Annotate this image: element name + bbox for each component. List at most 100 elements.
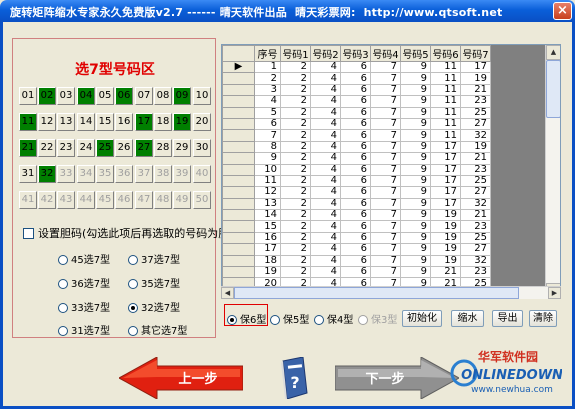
table-cell[interactable]: 9	[400, 186, 431, 199]
table-cell[interactable]: 2	[280, 231, 311, 245]
row-indicator[interactable]	[222, 197, 255, 211]
table-cell[interactable]: 4	[310, 152, 341, 165]
table-row[interactable]: 4 2 4 6 7 9 11 23	[222, 95, 491, 108]
table-cell[interactable]: 2	[280, 95, 311, 108]
table-cell[interactable]: 4	[310, 129, 341, 142]
table-cell[interactable]: 23	[460, 220, 491, 233]
table-cell[interactable]: 11	[254, 174, 281, 188]
table-cell[interactable]: 3	[254, 83, 281, 97]
table-cell[interactable]: 11	[430, 60, 461, 74]
number-button-29[interactable]: 29	[173, 139, 191, 157]
table-cell[interactable]: 7	[370, 83, 401, 97]
table-cell[interactable]: 2	[280, 266, 311, 279]
row-indicator[interactable]: ▶	[222, 60, 255, 74]
table-cell[interactable]: 6	[340, 129, 371, 142]
table-cell[interactable]: 2	[280, 197, 311, 211]
table-cell[interactable]: 7	[370, 174, 401, 188]
table-cell[interactable]: 32	[460, 129, 491, 142]
table-cell[interactable]: 21	[460, 83, 491, 97]
table-cell[interactable]: 6	[340, 243, 371, 256]
table-row[interactable]: 15 2 4 6 7 9 19 23	[222, 220, 491, 233]
type-radio[interactable]	[58, 303, 68, 313]
table-cell[interactable]: 4	[310, 254, 341, 268]
table-cell[interactable]: 2	[280, 174, 311, 188]
results-grid[interactable]: 序号 号码1 号码2 号码3 号码4 号码5 号码6 号码7 ▶ 1 2 4 6 7 9 11 17 2 2 4 6 7…	[221, 44, 561, 299]
table-cell[interactable]: 4	[310, 60, 341, 74]
table-cell[interactable]: 9	[400, 95, 431, 108]
number-button-43[interactable]: 43	[57, 191, 75, 209]
number-button-28[interactable]: 28	[154, 139, 172, 157]
table-cell[interactable]: 21	[430, 266, 461, 279]
table-cell[interactable]: 10	[254, 163, 281, 176]
table-cell[interactable]: 32	[460, 197, 491, 211]
table-cell[interactable]: 6	[340, 140, 371, 154]
table-cell[interactable]: 19	[460, 72, 491, 85]
table-cell[interactable]: 17	[460, 60, 491, 74]
table-cell[interactable]: 11	[430, 106, 461, 119]
table-cell[interactable]: 2	[280, 83, 311, 97]
number-button-05[interactable]: 05	[96, 87, 114, 105]
number-button-39[interactable]: 39	[173, 165, 191, 183]
table-cell[interactable]: 7	[370, 266, 401, 279]
table-cell[interactable]: 2	[280, 220, 311, 233]
row-indicator[interactable]	[222, 254, 255, 268]
table-cell[interactable]: 19	[430, 209, 461, 222]
number-button-46[interactable]: 46	[115, 191, 133, 209]
table-cell[interactable]: 7	[370, 186, 401, 199]
table-cell[interactable]: 9	[400, 220, 431, 233]
number-button-45[interactable]: 45	[96, 191, 114, 209]
number-button-17[interactable]: 17	[135, 113, 153, 131]
type-radio[interactable]	[58, 279, 68, 289]
row-indicator[interactable]	[222, 140, 255, 154]
table-row[interactable]: 16 2 4 6 7 9 19 25	[222, 231, 491, 245]
row-indicator[interactable]	[222, 163, 255, 176]
table-cell[interactable]: 2	[280, 140, 311, 154]
table-cell[interactable]: 21	[460, 209, 491, 222]
table-cell[interactable]: 4	[310, 95, 341, 108]
column-header[interactable]: 序号	[254, 45, 281, 62]
table-cell[interactable]: 6	[340, 106, 371, 119]
table-cell[interactable]: 7	[370, 209, 401, 222]
table-cell[interactable]: 6	[340, 174, 371, 188]
number-button-27[interactable]: 27	[135, 139, 153, 157]
scroll-right-button[interactable]: ▶	[548, 287, 561, 299]
table-cell[interactable]: 16	[254, 231, 281, 245]
table-cell[interactable]: 5	[254, 106, 281, 119]
table-cell[interactable]: 6	[340, 231, 371, 245]
table-cell[interactable]: 9	[400, 152, 431, 165]
table-cell[interactable]: 9	[400, 209, 431, 222]
table-cell[interactable]: 9	[400, 266, 431, 279]
table-cell[interactable]: 6	[340, 186, 371, 199]
table-cell[interactable]: 19	[460, 140, 491, 154]
type-radio[interactable]	[58, 326, 68, 336]
table-cell[interactable]: 2	[280, 243, 311, 256]
number-button-23[interactable]: 23	[57, 139, 75, 157]
table-cell[interactable]: 25	[460, 231, 491, 245]
column-header[interactable]: 号码2	[310, 45, 341, 62]
row-indicator[interactable]	[222, 186, 255, 199]
type-radio[interactable]	[128, 326, 138, 336]
table-cell[interactable]: 7	[370, 60, 401, 74]
number-button-09[interactable]: 09	[173, 87, 191, 105]
table-cell[interactable]: 2	[280, 209, 311, 222]
table-cell[interactable]: 7	[370, 129, 401, 142]
column-header[interactable]: 号码4	[370, 45, 401, 62]
table-cell[interactable]: 25	[460, 106, 491, 119]
table-cell[interactable]: 9	[400, 106, 431, 119]
table-cell[interactable]: 2	[280, 186, 311, 199]
number-button-37[interactable]: 37	[135, 165, 153, 183]
number-button-38[interactable]: 38	[154, 165, 172, 183]
table-cell[interactable]: 17	[430, 174, 461, 188]
table-cell[interactable]: 17	[430, 152, 461, 165]
table-cell[interactable]: 2	[280, 254, 311, 268]
type-option-6[interactable]: 31选7型	[58, 322, 110, 337]
type-radio[interactable]	[128, 303, 138, 313]
number-button-08[interactable]: 08	[154, 87, 172, 105]
number-button-07[interactable]: 07	[135, 87, 153, 105]
table-cell[interactable]: 9	[400, 243, 431, 256]
table-cell[interactable]: 17	[430, 186, 461, 199]
row-indicator[interactable]	[222, 72, 255, 85]
table-cell[interactable]: 18	[254, 254, 281, 268]
row-indicator[interactable]	[222, 174, 255, 188]
table-cell[interactable]: 11	[430, 95, 461, 108]
